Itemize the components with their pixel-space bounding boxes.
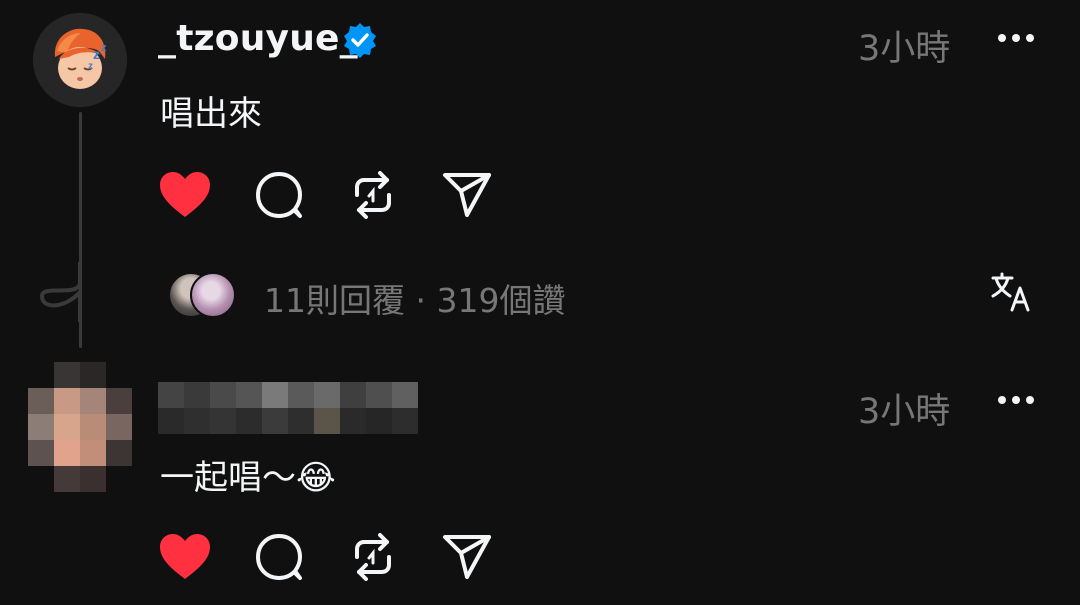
share-button[interactable] [440, 530, 494, 584]
like-button[interactable] [158, 168, 212, 222]
avatar[interactable]: z z z [33, 13, 127, 107]
post-text: 一起唱～😂 [160, 458, 336, 498]
verified-badge-icon [344, 23, 376, 58]
comment-icon [256, 534, 302, 580]
translate-icon[interactable] [990, 272, 1034, 312]
avatar-blurred[interactable] [28, 362, 132, 492]
heart-icon [160, 172, 210, 217]
username-blurred[interactable] [158, 382, 418, 434]
repost-icon [355, 533, 391, 581]
more-icon [998, 34, 1006, 42]
replies-likes-summary[interactable]: 11則回覆 · 319個讚 [264, 274, 565, 322]
share-icon [443, 173, 491, 217]
repost-button[interactable] [346, 168, 400, 222]
comment-button[interactable] [252, 530, 306, 584]
post-timestamp: 3小時 [858, 392, 951, 432]
thread-loop-icon [39, 262, 82, 322]
reply-avatars[interactable] [168, 270, 238, 318]
repost-button[interactable] [346, 530, 400, 584]
post-actions [158, 168, 494, 222]
post-text: 唱出來 [160, 94, 262, 134]
memoji-avatar-icon: z z z [33, 13, 127, 107]
more-icon [998, 396, 1006, 404]
svg-text:z: z [88, 61, 93, 72]
heart-icon [160, 534, 210, 579]
share-icon [443, 535, 491, 579]
thread-view: z z z _tzouyue_ 3小時 唱出來 11則回覆 · 319個讚 3小… [0, 0, 1080, 605]
svg-text:z: z [93, 46, 100, 62]
post-timestamp: 3小時 [858, 29, 951, 69]
comment-icon [256, 172, 302, 218]
avatar [190, 272, 236, 318]
share-button[interactable] [440, 168, 494, 222]
svg-text:z: z [101, 42, 107, 54]
more-options-button[interactable] [998, 396, 1034, 404]
more-options-button[interactable] [998, 34, 1034, 42]
post-username[interactable]: _tzouyue_ [158, 18, 358, 59]
like-button[interactable] [158, 530, 212, 584]
post-actions [158, 530, 494, 584]
comment-button[interactable] [252, 168, 306, 222]
repost-icon [355, 171, 391, 219]
